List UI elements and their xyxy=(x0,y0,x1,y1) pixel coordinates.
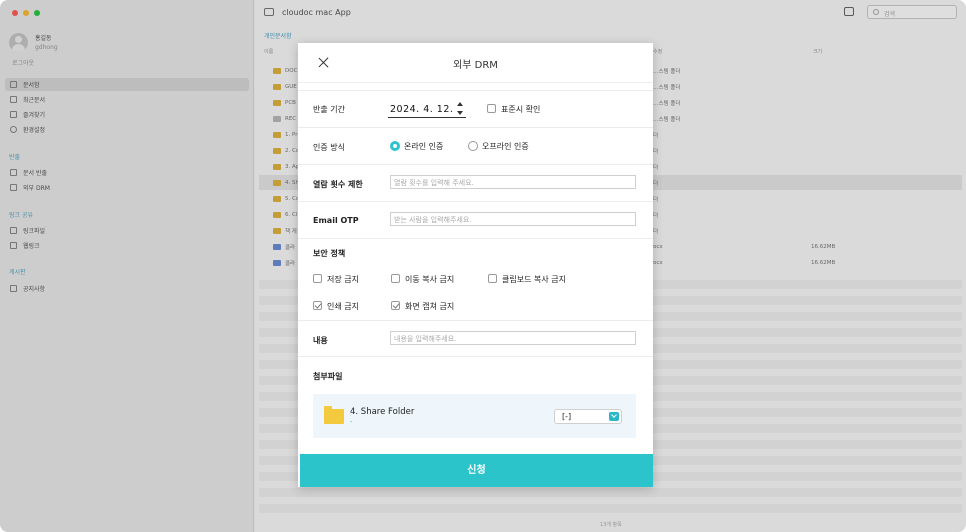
auth-online-label: 온라인 인증 xyxy=(404,142,444,151)
no-clipboard-checkbox[interactable] xyxy=(488,274,497,283)
no-capture-label: 화면 캡쳐 금지 xyxy=(405,302,455,311)
attachment-item: 4. Share Folder - [-] xyxy=(313,394,636,438)
date-underline xyxy=(388,117,466,118)
no-save-checkbox[interactable] xyxy=(313,274,322,283)
view-limit-input[interactable]: 열람 횟수를 입력해 주세요. xyxy=(390,175,636,189)
period-label: 반출 기간 xyxy=(313,105,345,114)
auth-offline-label: 오프라인 인증 xyxy=(482,142,529,151)
content-label: 내용 xyxy=(313,336,328,345)
app-window: 홍길동 gdhong 로그아웃 문서함 최근문서 즐겨찾기 환경설정 반출 문서… xyxy=(0,0,966,532)
standard-time-checkbox[interactable] xyxy=(487,104,496,113)
dialog-title: 외부 DRM xyxy=(453,60,498,71)
otp-input[interactable]: 받는 사람을 입력해주세요. xyxy=(390,212,636,226)
standard-time-label: 표준시 확인 xyxy=(501,105,541,114)
period-date-field[interactable]: 2024. 4. 12. xyxy=(390,104,453,115)
no-clipboard-label: 클립보드 복사 금지 xyxy=(502,275,566,284)
attachment-select-value: [-] xyxy=(562,412,572,421)
auth-label: 인증 방식 xyxy=(313,143,345,152)
no-save-label: 저장 금지 xyxy=(327,275,359,284)
chevron-down-icon[interactable] xyxy=(609,412,619,421)
attachment-label: 첨부파일 xyxy=(313,372,343,381)
date-stepper[interactable] xyxy=(456,101,465,117)
external-drm-dialog: 외부 DRM 반출 기간 2024. 4. 12. 표준시 확인 인증 방식 온… xyxy=(298,43,653,487)
stepper-down-icon[interactable] xyxy=(457,111,463,115)
no-print-checkbox[interactable] xyxy=(313,301,322,310)
no-move-copy-checkbox[interactable] xyxy=(391,274,400,283)
auth-offline-radio[interactable] xyxy=(468,141,478,151)
content-input[interactable]: 내용을 입력해주세요. xyxy=(390,331,636,345)
policy-label: 보안 정책 xyxy=(313,249,346,258)
view-limit-label: 열람 횟수 제한 xyxy=(313,180,363,189)
dialog-header: 외부 DRM xyxy=(298,43,653,83)
attachment-select[interactable]: [-] xyxy=(554,409,622,424)
auth-online-radio[interactable] xyxy=(390,141,400,151)
folder-icon xyxy=(324,406,344,424)
stepper-up-icon[interactable] xyxy=(457,102,463,106)
no-move-copy-label: 이동 복사 금지 xyxy=(405,275,455,284)
no-print-label: 인쇄 금지 xyxy=(327,302,359,311)
submit-button[interactable]: 신청 xyxy=(300,454,653,487)
period-section: 반출 기간 xyxy=(298,90,653,127)
attachment-detail: - xyxy=(350,418,353,426)
attachment-name: 4. Share Folder xyxy=(350,407,415,417)
no-capture-checkbox[interactable] xyxy=(391,301,400,310)
otp-label: Email OTP xyxy=(313,216,359,225)
